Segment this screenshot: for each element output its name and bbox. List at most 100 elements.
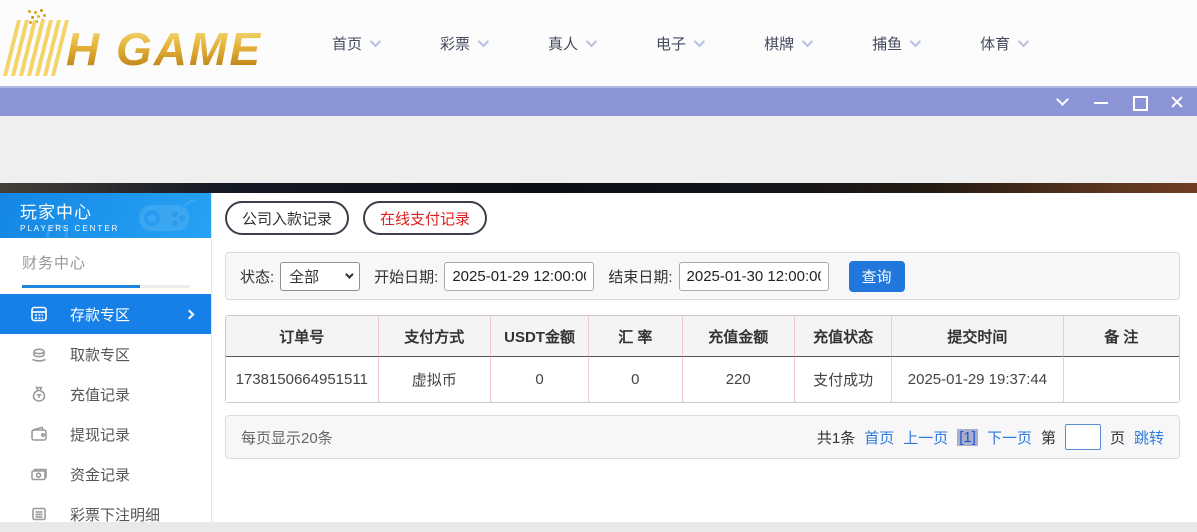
sidebar-item-label: 资金记录 [70, 464, 130, 485]
chevron-down-icon [694, 36, 705, 47]
end-date-label: 结束日期: [608, 266, 672, 287]
status-label: 状态: [240, 266, 274, 287]
table-header-row: 订单号 支付方式 USDT金额 汇 率 充值金额 充值状态 提交时间 备 注 [226, 316, 1179, 357]
chevron-down-icon [345, 270, 353, 278]
sidebar-item-withdraw-zone[interactable]: 取款专区 [0, 334, 211, 374]
prev-page-link[interactable]: 上一页 [903, 427, 948, 448]
window-restore-button[interactable] [1055, 94, 1071, 110]
cell-submit-time: 2025-01-29 19:37:44 [891, 357, 1063, 402]
sidebar-menu: 存款专区 取款专区 充值记录 提现记录 [0, 294, 211, 532]
cell-payment-method: 虚拟币 [378, 357, 490, 402]
record-tabs: 公司入款记录 在线支付记录 [225, 201, 1180, 235]
nav-item-chess[interactable]: 棋牌 [764, 33, 810, 54]
cell-usdt-amount: 0 [490, 357, 588, 402]
chevron-down-icon [802, 36, 813, 47]
jump-button[interactable]: 跳转 [1134, 427, 1164, 448]
page-size-text: 每页显示20条 [241, 427, 333, 448]
jump-suffix-label: 页 [1110, 427, 1125, 448]
nav-item-home[interactable]: 首页 [332, 33, 378, 54]
status-select-value: 全部 [289, 266, 319, 287]
window-minimize-button[interactable] [1093, 94, 1109, 110]
col-exchange-rate: 汇 率 [588, 316, 681, 357]
deposit-machine-icon [30, 305, 48, 323]
wallet-icon [30, 425, 48, 443]
cell-exchange-rate: 0 [588, 357, 681, 402]
tab-online-payment-records[interactable]: 在线支付记录 [363, 201, 487, 235]
content-area: 玩家中心 PLAYERS CENTER 财务中心 存款专区 [0, 193, 1197, 532]
cell-recharge-amount: 220 [682, 357, 794, 402]
main-nav: 首页 彩票 真人 电子 棋牌 捕鱼 体育 [332, 33, 1026, 54]
col-recharge-amount: 充值金额 [682, 316, 794, 357]
col-usdt-amount: USDT金额 [490, 316, 588, 357]
pagination-panel: 每页显示20条 共1条 首页 上一页 [1] 下一页 第 页 跳转 [225, 415, 1180, 459]
first-page-link[interactable]: 首页 [864, 427, 894, 448]
logo-stripes-icon [3, 20, 69, 76]
chevron-down-icon [370, 36, 381, 47]
main-panel: 公司入款记录 在线支付记录 状态: 全部 开始日期: 结束日期: 查询 订单号 [212, 193, 1197, 532]
finance-divider [22, 285, 190, 288]
window-maximize-button[interactable] [1131, 94, 1147, 110]
nav-item-fishing[interactable]: 捕鱼 [872, 33, 918, 54]
nav-item-sports[interactable]: 体育 [980, 33, 1026, 54]
nav-item-label: 首页 [332, 33, 362, 54]
money-bag-icon [30, 385, 48, 403]
banknotes-icon [30, 465, 48, 483]
window-close-button[interactable] [1169, 94, 1185, 110]
sidebar-item-deposit-zone[interactable]: 存款专区 [0, 294, 211, 334]
brand-logo[interactable]: H GAME [10, 8, 280, 78]
nav-item-label: 捕鱼 [872, 33, 902, 54]
logo-sparkles-icon [28, 10, 31, 13]
tab-company-deposit-records[interactable]: 公司入款记录 [225, 201, 349, 235]
nav-item-lottery[interactable]: 彩票 [440, 33, 486, 54]
nav-item-label: 真人 [548, 33, 578, 54]
top-header: H GAME 首页 彩票 真人 电子 棋牌 捕鱼 体育 [0, 0, 1197, 86]
chevron-down-icon [586, 36, 597, 47]
sidebar-item-withdrawal-records[interactable]: 提现记录 [0, 414, 211, 454]
finance-center-title: 财务中心 [22, 252, 211, 273]
nav-item-live[interactable]: 真人 [548, 33, 594, 54]
cell-remark [1063, 357, 1179, 402]
cell-recharge-status: 支付成功 [794, 357, 891, 402]
sidebar-item-label: 存款专区 [70, 304, 130, 325]
cell-order-number: 1738150664951511 [226, 357, 378, 402]
sidebar: 玩家中心 PLAYERS CENTER 财务中心 存款专区 [0, 193, 212, 532]
chevron-down-icon [1018, 36, 1029, 47]
chevron-down-icon [478, 36, 489, 47]
logo-text: H GAME [66, 26, 262, 72]
next-page-link[interactable]: 下一页 [987, 427, 1032, 448]
total-count-text: 共1条 [817, 427, 855, 448]
status-select[interactable]: 全部 [280, 262, 360, 291]
table-row: 1738150664951511 虚拟币 0 0 220 支付成功 2025-0… [226, 357, 1179, 402]
current-page-indicator[interactable]: [1] [957, 429, 978, 446]
chevron-right-icon [185, 309, 195, 319]
sidebar-item-funds-records[interactable]: 资金记录 [0, 454, 211, 494]
chevron-down-icon [1056, 93, 1069, 106]
nav-item-slots[interactable]: 电子 [656, 33, 702, 54]
pagination-controls: 共1条 首页 上一页 [1] 下一页 第 页 跳转 [817, 424, 1164, 450]
records-table: 订单号 支付方式 USDT金额 汇 率 充值金额 充值状态 提交时间 备 注 1… [225, 315, 1180, 403]
jump-page-input[interactable] [1065, 424, 1101, 450]
col-recharge-status: 充值状态 [794, 316, 891, 357]
nav-item-label: 电子 [656, 33, 686, 54]
col-order-number: 订单号 [226, 316, 378, 357]
sidebar-item-label: 取款专区 [70, 344, 130, 365]
jump-prefix-label: 第 [1041, 427, 1056, 448]
banner-dark-strip [0, 183, 1197, 193]
col-payment-method: 支付方式 [378, 316, 490, 357]
gamepad-icon [135, 197, 197, 235]
start-date-input[interactable] [444, 262, 594, 291]
nav-item-label: 彩票 [440, 33, 470, 54]
finance-section: 财务中心 [0, 238, 211, 288]
sidebar-item-recharge-records[interactable]: 充值记录 [0, 374, 211, 414]
chevron-down-icon [910, 36, 921, 47]
sidebar-header: 玩家中心 PLAYERS CENTER [0, 193, 211, 238]
sidebar-item-label: 充值记录 [70, 384, 130, 405]
nav-item-label: 棋牌 [764, 33, 794, 54]
search-button[interactable]: 查询 [849, 261, 905, 292]
col-remark: 备 注 [1063, 316, 1179, 357]
end-date-input[interactable] [679, 262, 829, 291]
page-bottom-strip [0, 522, 1197, 532]
banner-band [0, 116, 1197, 183]
start-date-label: 开始日期: [374, 266, 438, 287]
sidebar-item-label: 提现记录 [70, 424, 130, 445]
